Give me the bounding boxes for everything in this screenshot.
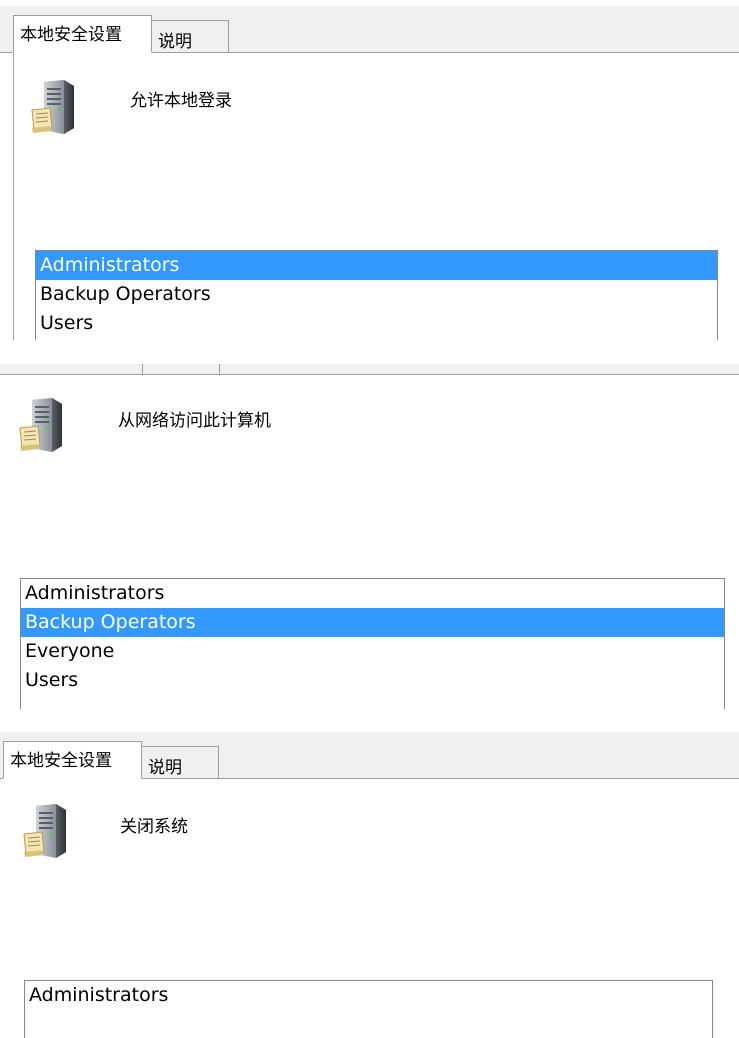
- list-item[interactable]: Administrators: [36, 251, 717, 280]
- list-item[interactable]: Backup Operators: [36, 280, 717, 309]
- tab-explain[interactable]: 说明: [141, 746, 219, 779]
- list-item[interactable]: Everyone: [21, 637, 724, 666]
- server-policy-icon: [31, 79, 75, 135]
- list-item[interactable]: Backup Operators: [21, 608, 724, 637]
- user-group-list[interactable]: Administrators Backup Operators Users: [35, 250, 718, 340]
- tab-local-security-setting[interactable]: 本地安全设置: [13, 15, 152, 53]
- tab-strip: 本地安全设置 说明: [0, 6, 739, 53]
- tab-strip-partial: [0, 364, 739, 375]
- policy-panel-shut-down-system: 本地安全设置 说明 关闭系统 Administrators: [0, 732, 739, 1038]
- policy-title: 允许本地登录: [130, 91, 232, 111]
- frame-border: [13, 52, 14, 340]
- user-group-list[interactable]: Administrators: [24, 980, 713, 1038]
- policy-panel-allow-local-logon: 本地安全设置 说明 允许本地登录 Administrators Backup O…: [0, 6, 739, 340]
- tab-local-security-setting[interactable]: 本地安全设置: [3, 741, 142, 779]
- list-item[interactable]: Users: [36, 309, 717, 338]
- list-item[interactable]: Users: [21, 666, 724, 695]
- user-group-list[interactable]: Administrators Backup Operators Everyone…: [20, 578, 725, 709]
- policy-title: 关闭系统: [120, 817, 188, 837]
- tab-strip: 本地安全设置 说明: [0, 732, 739, 779]
- server-policy-icon: [19, 397, 63, 453]
- policy-panel-access-from-network: 从网络访问此计算机 Administrators Backup Operator…: [0, 364, 739, 709]
- server-policy-icon: [23, 803, 67, 859]
- list-item[interactable]: Administrators: [25, 981, 712, 1010]
- list-item[interactable]: Administrators: [21, 579, 724, 608]
- tab-explain[interactable]: 说明: [151, 20, 229, 53]
- policy-title: 从网络访问此计算机: [118, 411, 271, 431]
